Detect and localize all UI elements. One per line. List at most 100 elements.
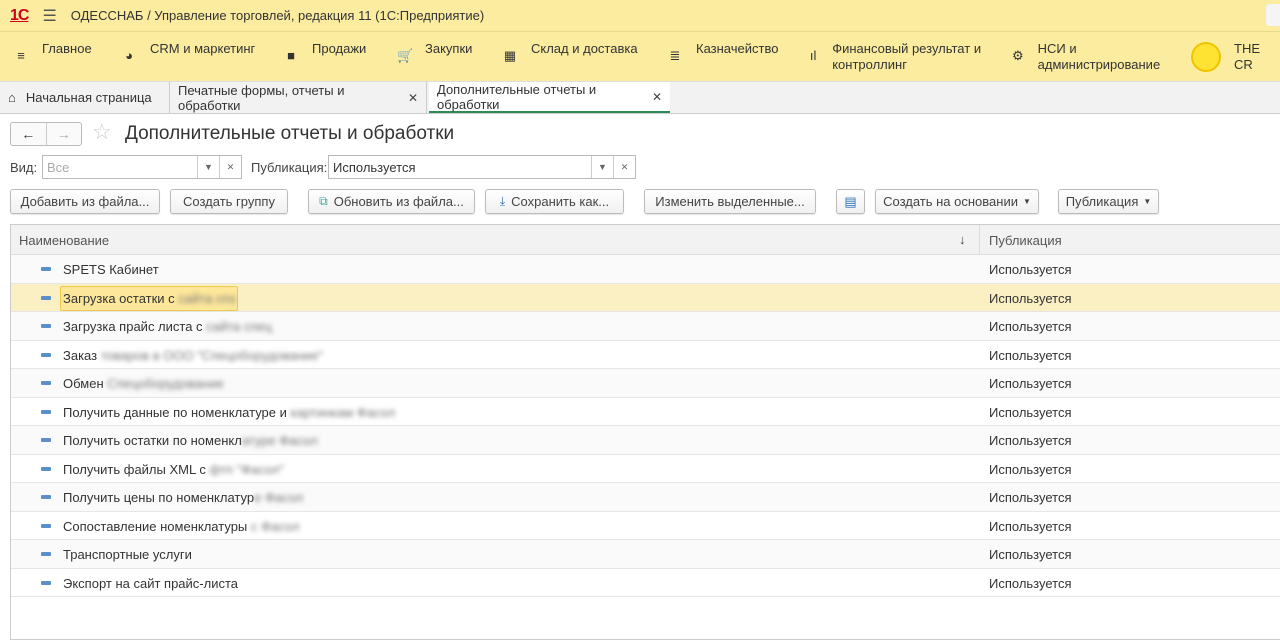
list-settings-button[interactable]: ▤	[836, 189, 865, 214]
close-icon[interactable]: ✕	[652, 90, 662, 104]
report-item-icon	[41, 438, 51, 442]
publication-value[interactable]: Используется	[329, 156, 591, 178]
table-row[interactable]: Получить остатки по номенклатуре Фасол Ис…	[11, 426, 1280, 455]
report-item-icon	[41, 381, 51, 385]
update-from-file-button[interactable]: ⧉ Обновить из файла...	[308, 189, 475, 214]
warehouse-icon: ▦	[503, 48, 517, 63]
tab-label: Печатные формы, отчеты и обработки	[178, 82, 345, 113]
home-icon: ⌂	[8, 90, 16, 105]
name-text: Экспорт на сайт прайс-листа	[63, 575, 239, 591]
section-treasury[interactable]: ≣ Казначейство	[668, 41, 779, 63]
section-sales[interactable]: ■ Продажи	[284, 41, 366, 63]
publication-select[interactable]: Используется ▼ ✕	[328, 155, 636, 179]
table-row[interactable]: Получить данные по номенклатуре и картин…	[11, 397, 1280, 426]
name-text: Заказ	[63, 347, 101, 363]
table-row[interactable]: Загрузка остатки с сайта спз Используется	[11, 283, 1280, 312]
table-row[interactable]: Сопоставление номенклатуры с Фасол Исполь…	[11, 511, 1280, 540]
row-name: Обмен Спецоборудование	[63, 376, 224, 391]
add-from-file-button[interactable]: Добавить из файла...	[10, 189, 160, 214]
row-publication: Используется	[989, 290, 1072, 306]
table-row[interactable]: Получить файлы XML с фтп "Фасол" Использу…	[11, 454, 1280, 483]
create-based-on-button[interactable]: Создать на основании ▼	[875, 189, 1039, 214]
name-text: Загрузка остатки с	[63, 290, 179, 306]
name-text: Загрузка прайс листа с	[63, 319, 207, 334]
section-crm[interactable]: ◕ CRM и маркетинг	[122, 41, 255, 63]
row-name: Получить цены по номенклатуре Фасол	[63, 490, 303, 505]
section-label: Финансовый результат и контроллинг	[832, 41, 982, 72]
menu-icon: ≡	[17, 48, 25, 63]
tab-additional-reports[interactable]: Дополнительные отчеты и обработки ✕	[429, 82, 670, 113]
open-tabs: ⌂ Начальная страница Печатные формы, отче…	[0, 82, 1280, 114]
name-text: Получить файлы XML с	[63, 461, 210, 477]
section-label: Продажи	[312, 41, 367, 56]
tab-home[interactable]: ⌂ Начальная страница	[0, 82, 170, 113]
forward-button[interactable]: →	[45, 123, 82, 145]
section-finance[interactable]: ıl Финансовый результат и контроллинг	[808, 41, 998, 73]
table-row[interactable]: Заказ товаров в ООО "Спецоборудование" Ис…	[11, 340, 1280, 369]
favorite-star-icon[interactable]: ☆	[92, 119, 112, 145]
table-row[interactable]: Загрузка прайс листа с сайта спец Использ…	[11, 312, 1280, 341]
row-name: Экспорт на сайт прайс-листа	[63, 576, 238, 591]
button-label: Обновить из файла...	[333, 194, 464, 209]
chevron-down-icon[interactable]: ▼	[591, 156, 613, 178]
name-obscured-text: атуре Фасол	[241, 433, 318, 448]
section-purchases[interactable]: 🛒 Закупки	[397, 41, 472, 63]
create-group-button[interactable]: Создать группу	[170, 189, 288, 214]
name-obscured-text: фтп "Фасол"	[209, 461, 284, 477]
edit-selected-button[interactable]: Изменить выделенные...	[644, 189, 816, 214]
table-row[interactable]: Обмен Спецоборудование Используется	[11, 369, 1280, 398]
report-item-icon	[41, 552, 51, 556]
tab-print-forms[interactable]: Печатные формы, отчеты и обработки ✕	[170, 82, 427, 113]
section-warehouse[interactable]: ▦ Склад и доставка	[503, 41, 638, 63]
column-header-name[interactable]: Наименование	[19, 233, 109, 248]
brand-logo	[1191, 42, 1221, 72]
save-as-button[interactable]: ⤓ Сохранить как...	[485, 189, 624, 214]
name-obscured-text: сайта спец	[206, 319, 273, 334]
section-label: Казначейство	[696, 41, 779, 56]
name-text: Обмен	[63, 376, 108, 391]
table-row[interactable]: Экспорт на сайт прайс-листа Используется	[11, 568, 1280, 597]
vid-value[interactable]: Все	[43, 156, 197, 178]
report-item-icon	[41, 295, 51, 300]
column-header-publication[interactable]: Публикация	[979, 225, 1071, 255]
bag-icon: ■	[287, 48, 295, 63]
row-name: SPETS Кабинет	[63, 262, 159, 277]
clear-icon[interactable]: ✕	[219, 156, 241, 178]
main-menu-icon[interactable]: ☰	[42, 6, 56, 26]
report-item-icon	[41, 409, 51, 414]
chevron-down-icon: ▼	[1143, 197, 1152, 206]
app-title: ОДЕССНАБ / Управление торговлей, редакци…	[70, 8, 485, 23]
section-label: Склад и доставка	[531, 41, 638, 56]
report-item-icon	[41, 324, 51, 328]
report-item-icon	[41, 495, 51, 499]
table-row[interactable]: SPETS Кабинет Используется	[11, 255, 1280, 284]
name-text: Получить цены по номенклатур	[63, 490, 255, 505]
tab-label: Начальная страница	[25, 90, 152, 105]
name-text: Сопоставление номенклатуры	[63, 518, 251, 534]
row-name: Получить данные по номенклатуре и картин…	[63, 405, 395, 420]
clear-icon[interactable]: ✕	[613, 156, 635, 178]
name-text: Получить данные по номенклатуре и	[63, 404, 291, 420]
chevron-down-icon[interactable]: ▼	[197, 156, 219, 178]
vid-select[interactable]: Все ▼ ✕	[42, 155, 242, 179]
table-row[interactable]: Транспортные услуги Используется	[11, 540, 1280, 569]
publication-button[interactable]: Публикация ▼	[1058, 189, 1159, 214]
name-obscured-text: Спецоборудование	[107, 376, 224, 391]
button-label: Публикация	[1065, 194, 1139, 209]
history-nav: ← →	[10, 122, 82, 146]
close-icon[interactable]: ✕	[408, 91, 418, 105]
coins-icon: ≣	[669, 48, 681, 63]
sort-desc-icon[interactable]: ↓	[959, 232, 966, 247]
row-name: Транспортные услуги	[63, 547, 192, 562]
vid-label: Вид:	[10, 160, 38, 175]
search-button[interactable]	[1266, 4, 1280, 26]
report-item-icon	[41, 580, 51, 585]
table-row[interactable]: Получить цены по номенклатуре Фасол Испол…	[11, 483, 1280, 512]
gear-icon: ⚙	[1012, 48, 1024, 63]
section-main[interactable]: ≡ Главное	[14, 41, 91, 63]
section-admin[interactable]: ⚙ НСИ и администрирование	[1012, 41, 1172, 73]
row-publication: Используется	[989, 547, 1072, 562]
row-publication: Используется	[989, 347, 1072, 363]
back-button[interactable]: ←	[11, 123, 46, 145]
1c-logo: 1С	[10, 6, 29, 24]
